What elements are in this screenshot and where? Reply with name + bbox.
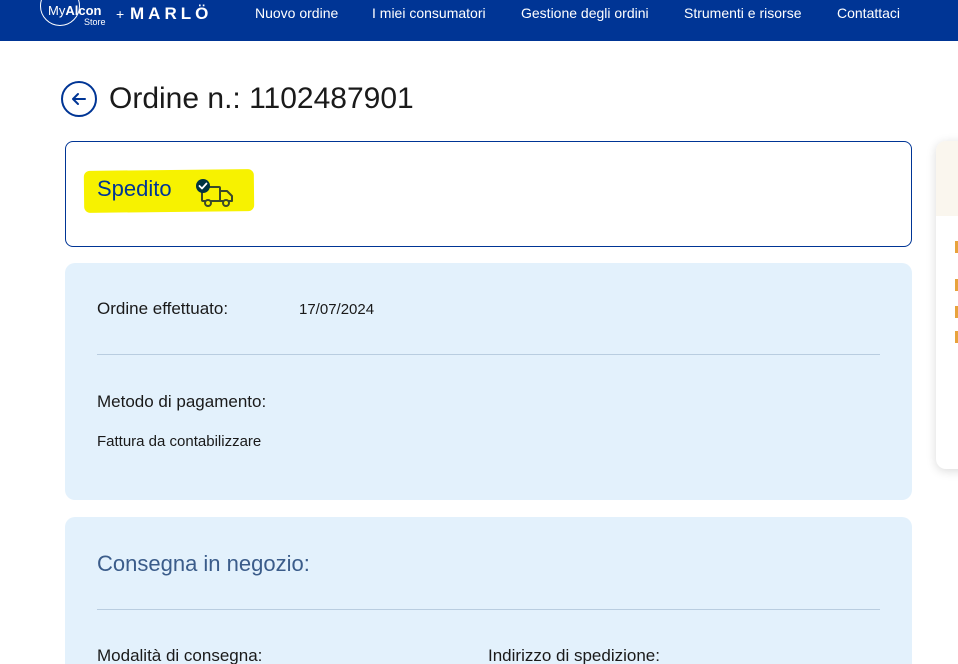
payment-method-label: Metodo di pagamento: (97, 392, 267, 411)
status-label: Spedito (97, 176, 172, 201)
nav-nuovo-ordine[interactable]: Nuovo ordine (255, 5, 338, 21)
nav-strumenti-risorse[interactable]: Strumenti e risorse (684, 5, 801, 21)
top-navigation-bar: MyAlcon Store + MARLÖ Nuovo ordine I mie… (0, 0, 958, 41)
arrow-left-icon (72, 93, 86, 105)
payment-method-value: Fattura da contabilizzare (97, 433, 262, 450)
page-title: Ordine n.: 1102487901 (109, 82, 414, 115)
logo-alcon-text: Alcon (65, 3, 102, 18)
info-divider (97, 354, 880, 355)
nav-miei-consumatori[interactable]: I miei consumatori (372, 5, 486, 21)
logo-store-text: Store (84, 17, 106, 27)
truck-check-icon (196, 179, 233, 207)
logo-plus: + (116, 6, 125, 22)
delivery-divider (97, 609, 880, 610)
side-panel-header (936, 141, 958, 216)
delivery-card: Consegna in negozio: Modalità di consegn… (65, 517, 912, 664)
nav-contattaci[interactable]: Contattaci (837, 5, 900, 21)
delivery-mode-label: Modalità di consegna: (97, 646, 263, 664)
nav-gestione-ordini[interactable]: Gestione degli ordini (521, 5, 649, 21)
order-placed-label: Ordine effettuato: (97, 299, 229, 318)
order-placed-value: 17/07/2024 (299, 301, 375, 318)
logo-my-text: My (48, 3, 66, 18)
order-info-card: Ordine effettuato: 17/07/2024 Metodo di … (65, 263, 912, 500)
marlo-logo-text: MARLÖ (130, 4, 213, 23)
order-summary-side-panel (936, 141, 958, 469)
shipping-address-label: Indirizzo di spedizione: (488, 646, 660, 664)
back-button[interactable] (61, 81, 97, 117)
delivery-section-title: Consegna in negozio: (97, 551, 310, 576)
